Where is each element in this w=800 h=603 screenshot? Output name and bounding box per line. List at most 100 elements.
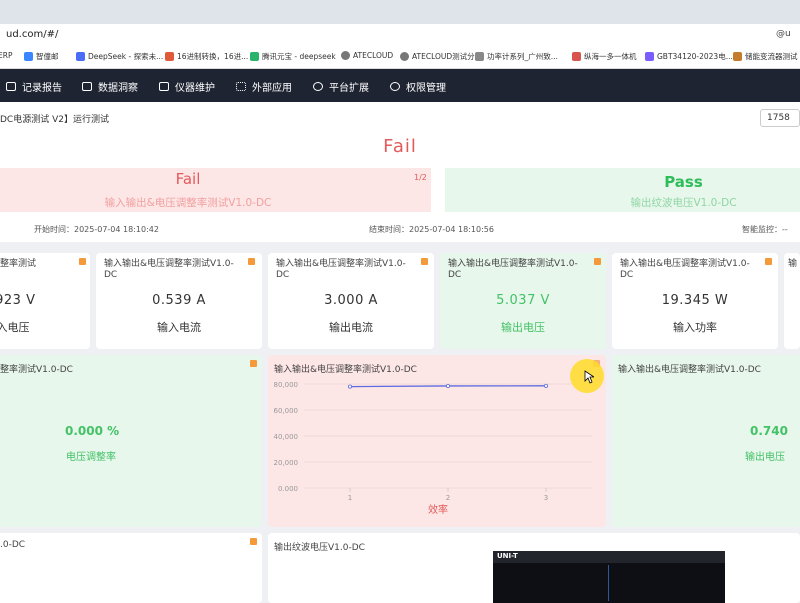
overall-result-bar: Fail: [0, 132, 800, 164]
bookmark-item[interactable]: DeepSeek - 探索未...: [76, 51, 163, 62]
bookmark-item[interactable]: 功率计系列_广州致...: [475, 51, 558, 62]
bookmark-icon: [24, 52, 33, 61]
bookmark-icon: [475, 52, 484, 61]
bookmark-item[interactable]: 智僮邮: [24, 51, 59, 62]
panel-title: 输入输出&电压调整率测试V1.0-DC: [618, 365, 761, 375]
panel-title: 输出纹波电压V1.0-DC: [274, 543, 365, 553]
overall-result: Fail: [383, 136, 417, 157]
bookmark-item[interactable]: GBT34120-2023电...: [645, 51, 733, 62]
metric-value: 19.345 W: [661, 293, 729, 308]
bookmark-item[interactable]: 储能变流器测试: [733, 51, 798, 62]
metric-card[interactable]: 输入输出&电压调整率测试V1.0-DC 19.345 W 输入功率: [612, 253, 778, 349]
metric-value: 0.539 A: [152, 293, 206, 308]
nav-item-instruments[interactable]: 仪器维护: [159, 79, 215, 94]
flag-icon[interactable]: [765, 258, 772, 265]
metric-value: .923 V: [0, 293, 36, 308]
flag-icon[interactable]: [250, 360, 257, 367]
metric-label: 输出电流: [329, 321, 373, 334]
bookmark-item[interactable]: 纵海一多一体机: [572, 51, 637, 62]
metric-card[interactable]: 输入输出&电压调整率测试V1.0-DC 3.000 A 输出电流: [268, 253, 434, 349]
metric-label: 入电压: [0, 321, 30, 334]
metric-title: 输: [788, 259, 798, 269]
metric-label: 输入功率: [673, 321, 717, 334]
flag-icon[interactable]: [421, 258, 428, 265]
metric-label: 输出电压: [501, 321, 545, 334]
metric-title: 输入输出&电压调整率测试V1.0-DC: [104, 259, 234, 280]
y-tick-label: 20,000: [274, 459, 299, 467]
flag-icon[interactable]: [594, 258, 601, 265]
metric-card[interactable]: 输入输出&电压调整率测试V1.0-DC 5.037 V 输出电压: [440, 253, 606, 349]
nav-item-data-insight[interactable]: 数据洞察: [82, 79, 138, 94]
monitor-icon: [82, 82, 92, 91]
smart-monitor: 智能监控：--: [742, 225, 788, 234]
bookmark-item[interactable]: 16进制转换，16进...: [165, 51, 248, 62]
x-tick-label: 2: [446, 494, 450, 502]
efficiency-chart-panel[interactable]: 输入输出&电压调整率测试V1.0-DC 0.000 20,000 40,000 60,…: [268, 355, 606, 527]
data-point: [445, 383, 450, 388]
nav-item-permissions[interactable]: 权限管理: [390, 79, 446, 94]
flag-icon[interactable]: [250, 538, 257, 545]
panel-title: .0-DC: [0, 540, 26, 550]
regulation-panel[interactable]: 整率测试V1.0-DC 0.000 % 电压调整率: [0, 355, 262, 527]
data-point: [543, 383, 548, 388]
run-select[interactable]: 1758: [760, 109, 800, 127]
panel-value: 0.000 %: [65, 424, 120, 438]
bookmark-item[interactable]: ERP: [0, 51, 12, 60]
bookmark-icon: [165, 52, 174, 61]
fail-test-name: 输入输出&电压调整率测试V1.0-DC: [104, 197, 272, 209]
metric-value: 5.037 V: [496, 293, 550, 308]
breadcrumb-bar: DC电源测试 V2】运行测试 1758: [0, 102, 800, 132]
grid-icon: [236, 82, 246, 91]
address-url[interactable]: ud.com/#/: [6, 29, 58, 40]
panel-title: 整率测试V1.0-DC: [0, 365, 73, 375]
flag-icon[interactable]: [79, 258, 86, 265]
nav-item-records[interactable]: 记录报告: [6, 79, 62, 94]
start-time: 开始时间：2025-07-04 18:10:42: [34, 225, 159, 234]
profile-icon[interactable]: @u: [776, 29, 791, 39]
nav-item-external-apps[interactable]: 外部应用: [236, 79, 292, 94]
instrument-icon: [159, 82, 169, 91]
panel-label: 电压调整率: [66, 452, 116, 463]
scope-brand: UNI-T: [497, 552, 518, 560]
ripple-panel[interactable]: 输出纹波电压V1.0-DC UNI-T: [268, 533, 800, 603]
y-tick-label: 0.000: [278, 485, 298, 493]
main-nav: 记录报告 数据洞察 仪器维护 外部应用 平台扩展 权限管理: [0, 69, 800, 102]
data-point: [348, 384, 353, 389]
flag-icon[interactable]: [248, 258, 255, 265]
globe-icon: [341, 51, 350, 60]
metric-title: 输入输出&电压调整率测试V1.0-DC: [448, 259, 578, 280]
scope-trigger-line: [608, 565, 609, 601]
y-tick-label: 80,000: [274, 381, 299, 389]
address-bar[interactable]: ud.com/#/ @u: [0, 24, 800, 46]
bookmark-icon: [572, 52, 581, 61]
breadcrumb: DC电源测试 V2】运行测试: [0, 115, 109, 125]
scope-toolbar: [493, 551, 725, 563]
mouse-pointer-icon: [584, 370, 594, 384]
output-voltage-panel[interactable]: 输入输出&电压调整率测试V1.0-DC 0.740 输出电压: [612, 355, 800, 527]
gear-icon: [390, 82, 400, 91]
metric-label: 输入电流: [157, 321, 201, 334]
bookmark-item[interactable]: 腾讯元宝 - deepseek: [250, 51, 336, 62]
bookmark-icon: [645, 52, 654, 61]
pass-test-name: 输出纹波电压V1.0-DC: [630, 197, 737, 209]
metric-card[interactable]: 整率测试 .923 V 入电压: [0, 253, 90, 349]
metric-title: 输入输出&电压调整率测试V1.0-DC: [620, 259, 750, 280]
x-tick-label: 3: [544, 494, 548, 502]
metric-value: 3.000 A: [324, 293, 378, 308]
bookmark-icon: [76, 52, 85, 61]
pass-title: Pass: [664, 173, 703, 191]
panel-label: 输出电压: [745, 452, 785, 463]
fail-page-indicator: 1/2: [414, 173, 427, 182]
efficiency-chart: 0.000 20,000 40,000 60,000 80,000 1 2 3 效率: [274, 381, 592, 516]
report-icon: [6, 82, 16, 91]
fail-title: Fail: [175, 170, 201, 188]
y-tick-label: 40,000: [274, 433, 299, 441]
bottom-left-panel[interactable]: .0-DC: [0, 533, 262, 603]
metric-card[interactable]: 输: [784, 253, 800, 349]
metric-card[interactable]: 输入输出&电压调整率测试V1.0-DC 0.539 A 输入电流: [96, 253, 262, 349]
bookmark-item[interactable]: ATECLOUD: [341, 51, 393, 60]
nav-item-platform-extension[interactable]: 平台扩展: [313, 79, 369, 94]
bookmark-item[interactable]: ATECLOUD测试分支: [400, 51, 482, 62]
bookmark-icon: [733, 52, 742, 61]
x-tick-label: 1: [348, 494, 352, 502]
